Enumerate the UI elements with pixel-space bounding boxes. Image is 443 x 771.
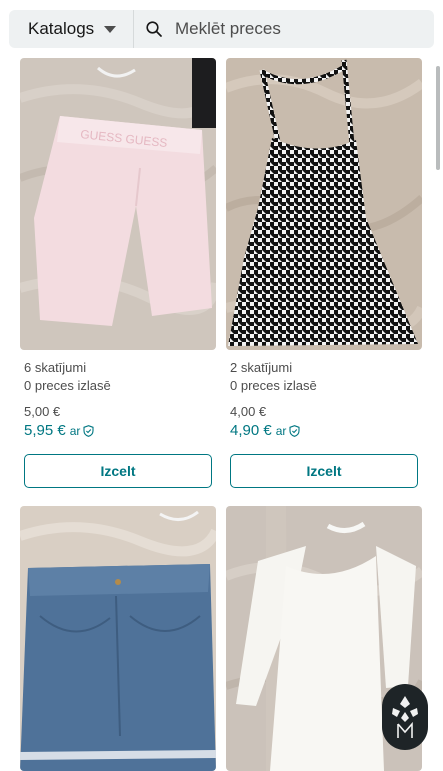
protection-suffix: ar: [275, 423, 287, 438]
item-price-with-protection[interactable]: 4,90 € ar: [230, 422, 300, 439]
assistant-logo-icon: [392, 696, 418, 738]
item-views: 2 skatījumi: [230, 360, 293, 375]
bump-button[interactable]: Izcelt: [24, 454, 212, 488]
chevron-down-icon: [104, 25, 117, 33]
top-bar: Katalogs: [0, 0, 443, 58]
catalog-label: Katalogs: [28, 19, 95, 38]
shield-check-icon: [289, 424, 300, 437]
item-favorites: 0 preces izlasē: [230, 378, 317, 393]
assistant-button[interactable]: [382, 684, 428, 750]
protection-suffix: ar: [69, 423, 81, 438]
bump-button[interactable]: Izcelt: [230, 454, 418, 488]
search-input[interactable]: [175, 10, 425, 48]
search-icon: [146, 21, 162, 37]
catalog-dropdown-button[interactable]: Katalogs: [9, 10, 133, 48]
item-price-with-protection[interactable]: 5,95 € ar: [24, 422, 94, 439]
item-price: 4,00 €: [230, 404, 267, 419]
protected-price: 4,90 €: [230, 422, 272, 439]
item-photo-denim-shorts[interactable]: [20, 506, 216, 771]
item-views: 6 skatījumi: [24, 360, 87, 375]
item-photo-pink-shorts[interactable]: GUESS GUESS: [20, 58, 216, 350]
item-price: 5,00 €: [24, 404, 61, 419]
item-favorites: 0 preces izlasē: [24, 378, 111, 393]
search-bar: Katalogs: [9, 10, 434, 48]
page-scrollbar[interactable]: [436, 66, 440, 170]
protected-price: 5,95 €: [24, 422, 66, 439]
search-divider: [133, 10, 134, 48]
item-photo-houndstooth-dress[interactable]: [226, 58, 422, 350]
shield-check-icon: [83, 424, 94, 437]
